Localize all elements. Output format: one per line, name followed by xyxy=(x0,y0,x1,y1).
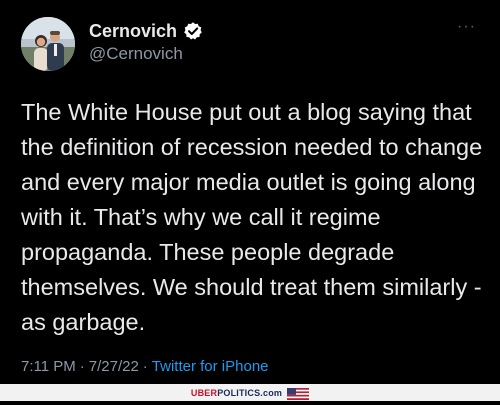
us-flag-icon xyxy=(287,387,310,400)
tweet-date[interactable]: 7/27/22 xyxy=(89,358,139,375)
tweet-card: Cernovich @Cernovich ··· The White House… xyxy=(0,0,500,384)
author-row: Cernovich xyxy=(89,20,203,42)
watermark-logo[interactable]: UBERPOLITICS.com xyxy=(191,388,282,398)
avatar[interactable] xyxy=(21,17,75,71)
tweet-time[interactable]: 7:11 PM xyxy=(21,358,76,375)
tweet-meta: 7:11 PM · 7/27/22 · Twitter for iPhone xyxy=(21,358,269,375)
watermark-bar: UBERPOLITICS.com xyxy=(0,384,500,401)
tweet-source-link[interactable]: Twitter for iPhone xyxy=(152,358,269,375)
meta-separator: · xyxy=(79,358,85,375)
display-name[interactable]: Cernovich xyxy=(89,21,177,42)
meta-separator: · xyxy=(142,358,148,375)
watermark-brand-red: UBER xyxy=(190,387,218,398)
verified-badge-icon xyxy=(183,21,203,41)
watermark-brand-rest: POLITICS.com xyxy=(217,387,283,398)
tweet-text: The White House put out a blog saying th… xyxy=(21,99,483,335)
user-handle[interactable]: @Cernovich xyxy=(89,44,183,64)
more-options-icon[interactable]: ··· xyxy=(457,18,476,36)
avatar-photo xyxy=(21,17,75,71)
